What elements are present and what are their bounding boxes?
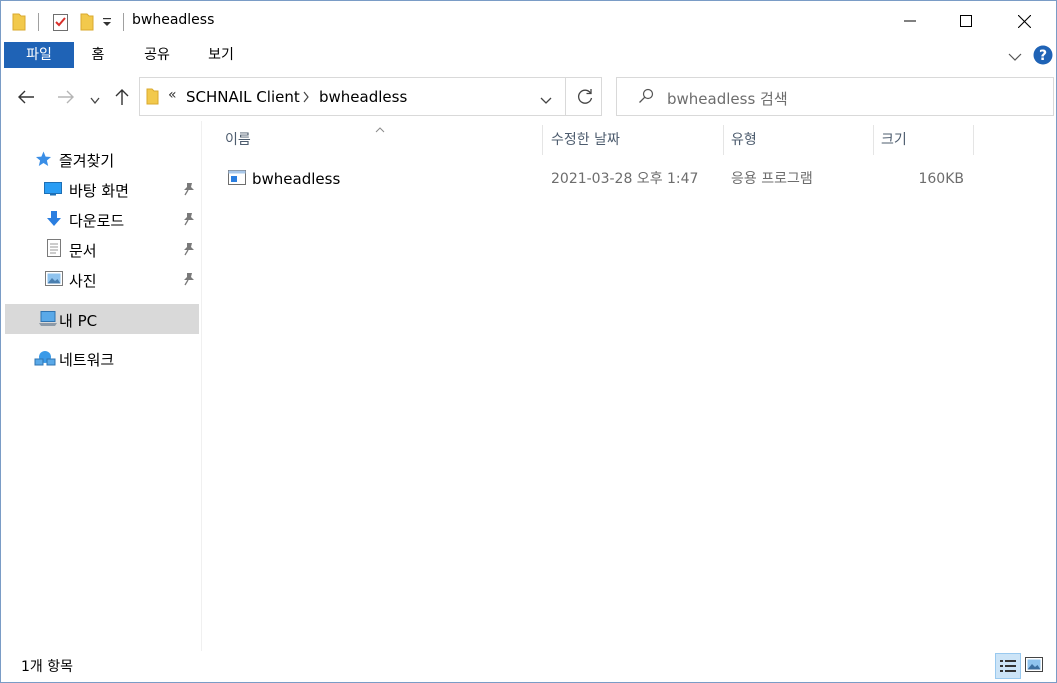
computer-icon	[38, 311, 58, 331]
search-input[interactable]: bwheadless 검색	[667, 88, 788, 109]
file-date: 2021-03-28 오후 1:47	[551, 171, 699, 187]
column-divider[interactable]	[542, 125, 543, 155]
sidebar-item-label: 내 PC	[59, 312, 98, 330]
column-divider[interactable]	[973, 125, 974, 155]
file-size: 160KB	[918, 171, 964, 187]
file-name[interactable]: bwheadless	[252, 169, 340, 189]
navigation-pane: 즐겨찾기 바탕 화면 다운로드 문서 사진 내 PC 네트워크	[1, 121, 201, 651]
up-arrow-icon[interactable]	[115, 88, 129, 110]
back-arrow-icon[interactable]	[17, 89, 35, 109]
column-header-name[interactable]: 이름	[225, 125, 251, 155]
folder-icon	[146, 88, 159, 109]
explorer-window: bwheadless 파일 홈 공유 보기 ? « SCHNAIL Client…	[0, 0, 1057, 683]
tab-share[interactable]: 공유	[134, 42, 180, 68]
sidebar-item-label: 즐겨찾기	[59, 152, 115, 170]
column-header-type[interactable]: 유형	[731, 125, 757, 155]
network-icon	[34, 349, 56, 371]
large-icons-view-button[interactable]	[1025, 657, 1043, 677]
sidebar-item-pictures[interactable]: 사진	[5, 264, 199, 294]
properties-icon[interactable]	[52, 12, 70, 36]
customize-quick-access-icon[interactable]	[102, 16, 112, 32]
file-type: 응용 프로그램	[731, 171, 813, 187]
large-icons-view-icon	[1025, 657, 1043, 672]
sidebar-item-this-pc[interactable]: 내 PC	[5, 304, 199, 334]
breadcrumb-bwheadless[interactable]: bwheadless	[319, 88, 407, 106]
column-header-size[interactable]: 크기	[881, 125, 907, 155]
application-icon	[228, 170, 246, 189]
svg-text:?: ?	[1039, 48, 1047, 64]
address-dropdown-icon[interactable]	[540, 93, 552, 109]
column-header-date[interactable]: 수정한 날짜	[551, 125, 620, 155]
pin-icon[interactable]	[183, 212, 195, 230]
download-icon	[46, 210, 62, 232]
column-divider[interactable]	[873, 125, 874, 155]
overflow-chevron[interactable]: «	[168, 87, 177, 103]
minimize-button[interactable]	[887, 1, 933, 41]
pin-icon[interactable]	[183, 182, 195, 200]
tab-file[interactable]: 파일	[4, 42, 74, 68]
sidebar-item-label: 네트워크	[59, 351, 115, 369]
tab-home[interactable]: 홈	[81, 42, 115, 68]
expand-ribbon-icon[interactable]	[1008, 50, 1022, 66]
sidebar-item-network[interactable]: 네트워크	[5, 343, 199, 373]
sidebar-item-documents[interactable]: 문서	[5, 234, 199, 264]
sidebar-item-desktop[interactable]: 바탕 화면	[5, 174, 199, 204]
breadcrumb-schnail-client[interactable]: SCHNAIL Client	[186, 88, 300, 106]
sidebar-item-label: 다운로드	[69, 212, 125, 230]
help-icon[interactable]: ?	[1033, 45, 1053, 69]
search-box[interactable]: bwheadless 검색	[616, 77, 1054, 116]
refresh-icon[interactable]	[576, 88, 594, 110]
desktop-icon	[44, 182, 62, 200]
column-divider[interactable]	[723, 125, 724, 155]
maximize-button[interactable]	[943, 1, 989, 41]
sidebar-item-label: 사진	[69, 272, 97, 290]
address-bar[interactable]: « SCHNAIL Client bwheadless	[139, 77, 602, 116]
folder-icon[interactable]	[12, 13, 26, 35]
sort-ascending-icon	[375, 121, 385, 137]
sidebar-item-label: 바탕 화면	[69, 182, 129, 200]
title-bar: bwheadless	[1, 1, 1056, 41]
search-icon	[638, 88, 654, 108]
sidebar-item-label: 문서	[69, 242, 97, 260]
documents-icon	[47, 239, 61, 261]
pictures-icon	[45, 271, 63, 290]
item-count: 1개 항목	[21, 659, 73, 675]
pin-icon[interactable]	[183, 242, 195, 260]
breadcrumb-separator-icon[interactable]	[302, 91, 310, 107]
sidebar-item-quick-access[interactable]: 즐겨찾기	[5, 144, 199, 174]
star-icon	[35, 151, 52, 171]
details-view-button[interactable]	[995, 653, 1021, 679]
sidebar-item-downloads[interactable]: 다운로드	[5, 204, 199, 234]
tab-view[interactable]: 보기	[198, 42, 244, 68]
new-folder-icon[interactable]	[80, 13, 94, 35]
forward-arrow-icon[interactable]	[57, 89, 75, 109]
details-view-icon	[1000, 660, 1016, 672]
close-button[interactable]	[1001, 1, 1047, 41]
pin-icon[interactable]	[183, 272, 195, 290]
pane-divider[interactable]	[201, 121, 202, 651]
window-title: bwheadless	[132, 12, 215, 28]
recent-locations-icon[interactable]	[90, 93, 100, 109]
